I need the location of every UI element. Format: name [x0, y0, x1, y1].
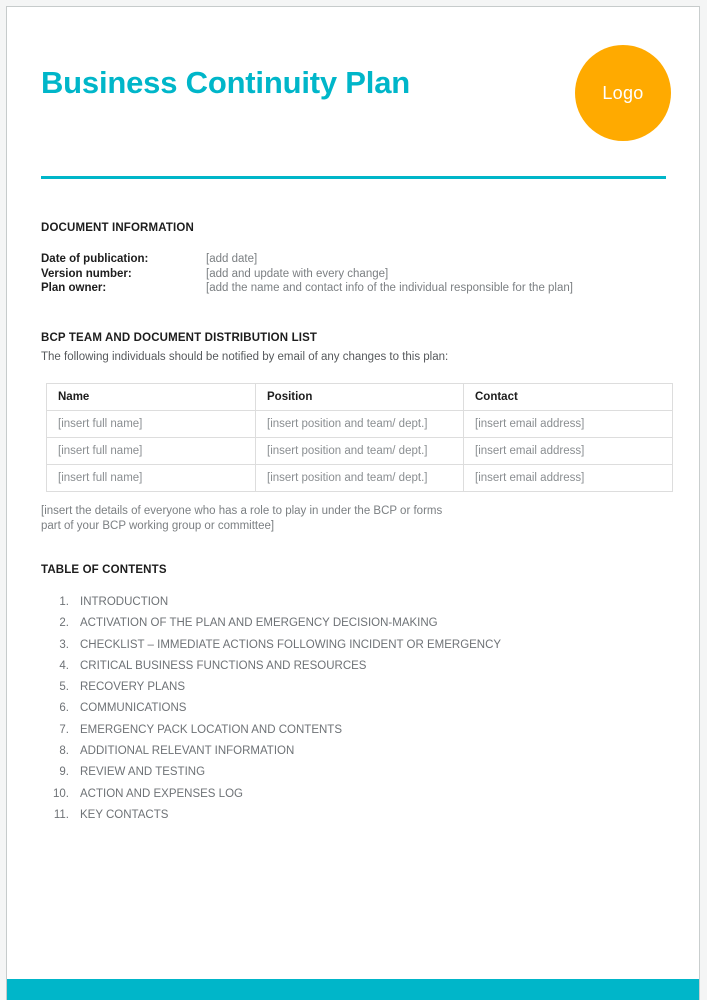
toc-label: EMERGENCY PACK LOCATION AND CONTENTS — [80, 723, 342, 736]
toc-label: COMMUNICATIONS — [80, 702, 187, 715]
document-information-heading: DOCUMENT INFORMATION — [41, 222, 194, 234]
page-background: Business Continuity Plan Logo DOCUMENT I… — [0, 0, 707, 1000]
toc-number: 9. — [59, 766, 69, 779]
field-label: Plan owner: — [41, 282, 107, 294]
toc-number: 10. — [53, 787, 69, 800]
toc-label: KEY CONTACTS — [80, 808, 169, 821]
field-value: [add the name and contact info of the in… — [206, 282, 573, 294]
toc-label: RECOVERY PLANS — [80, 681, 186, 694]
table-row: [insert full name] [insert position and … — [46, 437, 673, 465]
document-information-row: Date of publication: [add date] — [41, 252, 661, 267]
logo-label: Logo — [602, 82, 644, 103]
toc-number: 2. — [59, 617, 69, 630]
column-header-name: Name — [46, 383, 256, 411]
table-row: [insert full name] [insert position and … — [46, 464, 673, 492]
cell-contact[interactable]: [insert email address] — [463, 437, 673, 465]
toc-item-2[interactable]: 2. ACTIVATION OF THE PLAN AND EMERGENCY D… — [41, 613, 601, 634]
toc-label: INTRODUCTION — [80, 596, 169, 608]
document-information-row: Plan owner: [add the name and contact inf… — [41, 281, 661, 296]
toc-number: 7. — [59, 723, 69, 736]
toc-label: CRITICAL BUSINESS FUNCTIONS AND RESOURCE… — [80, 659, 367, 672]
toc-number: 6. — [59, 702, 69, 715]
toc-item-9[interactable]: 9. REVIEW AND TESTING — [41, 762, 601, 783]
toc-label: CHECKLIST – IMMEDIATE ACTIONS FOLLOWING … — [80, 638, 502, 651]
bcp-team-heading: BCP TEAM AND DOCUMENT DISTRIBUTION LIST — [41, 332, 318, 344]
toc-item-3[interactable]: 3. CHECKLIST – IMMEDIATE ACTIONS FOLLOWIN… — [41, 635, 601, 656]
toc-item-8[interactable]: 8. ADDITIONAL RELEVANT INFORMATION — [41, 741, 601, 762]
document-information-row: Version number: [add and update with ever… — [41, 267, 661, 282]
toc-label: ACTIVATION OF THE PLAN AND EMERGENCY DEC… — [80, 617, 438, 630]
toc-label: REVIEW AND TESTING — [80, 766, 206, 779]
toc-number: 1. — [59, 596, 69, 608]
toc-number: 11. — [53, 808, 69, 821]
cell-position[interactable]: [insert position and team/ dept.] — [255, 437, 464, 465]
toc-item-5[interactable]: 5. RECOVERY PLANS — [41, 677, 601, 698]
bcp-distribution-table: Name Position Contact [insert full name]… — [46, 383, 673, 492]
cell-position[interactable]: [insert position and team/ dept.] — [255, 464, 464, 492]
bcp-team-intro: The following individuals should be noti… — [41, 351, 449, 363]
toc-label: ACTION AND EXPENSES LOG — [80, 787, 243, 800]
toc-item-1[interactable]: 1. INTRODUCTION — [41, 592, 601, 613]
cell-name[interactable]: [insert full name] — [46, 410, 256, 438]
logo-placeholder: Logo — [575, 45, 671, 141]
field-label: Date of publication: — [41, 253, 149, 265]
table-row: [insert full name] [insert position and … — [46, 410, 673, 438]
cell-contact[interactable]: [insert email address] — [463, 410, 673, 438]
toc-item-10[interactable]: 10. ACTION AND EXPENSES LOG — [41, 784, 601, 805]
field-value: [add date] — [206, 253, 258, 265]
column-header-contact: Contact — [463, 383, 673, 411]
toc-number: 8. — [59, 745, 69, 758]
document-information-list: Date of publication: [add date] Version n… — [41, 252, 661, 296]
footer-accent-bar — [7, 979, 699, 1000]
document-page: Business Continuity Plan Logo DOCUMENT I… — [6, 6, 700, 1000]
toc-item-4[interactable]: 4. CRITICAL BUSINESS FUNCTIONS AND RESOUR… — [41, 656, 601, 677]
field-value: [add and update with every change] — [206, 267, 389, 280]
table-of-contents-heading: TABLE OF CONTENTS — [41, 564, 167, 576]
cell-name[interactable]: [insert full name] — [46, 464, 256, 492]
toc-item-11[interactable]: 11. KEY CONTACTS — [41, 805, 601, 826]
table-of-contents-list: 1. INTRODUCTION 2. ACTIVATION OF THE PLAN … — [41, 592, 601, 826]
cell-position[interactable]: [insert position and team/ dept.] — [255, 410, 464, 438]
toc-item-6[interactable]: 6. COMMUNICATIONS — [41, 698, 601, 719]
header-divider — [41, 176, 666, 179]
toc-item-7[interactable]: 7. EMERGENCY PACK LOCATION AND CONTENTS — [41, 720, 601, 741]
page-title: Business Continuity Plan — [41, 65, 410, 100]
column-header-position: Position — [255, 383, 464, 411]
field-label: Version number: — [41, 267, 132, 280]
toc-number: 5. — [59, 681, 69, 694]
toc-number: 4. — [59, 659, 69, 672]
table-header-row: Name Position Contact — [46, 383, 673, 411]
cell-contact[interactable]: [insert email address] — [463, 464, 673, 492]
bcp-team-note: [insert the details of everyone who has … — [41, 505, 443, 532]
toc-label: ADDITIONAL RELEVANT INFORMATION — [80, 745, 295, 758]
toc-number: 3. — [59, 638, 69, 651]
cell-name[interactable]: [insert full name] — [46, 437, 256, 465]
